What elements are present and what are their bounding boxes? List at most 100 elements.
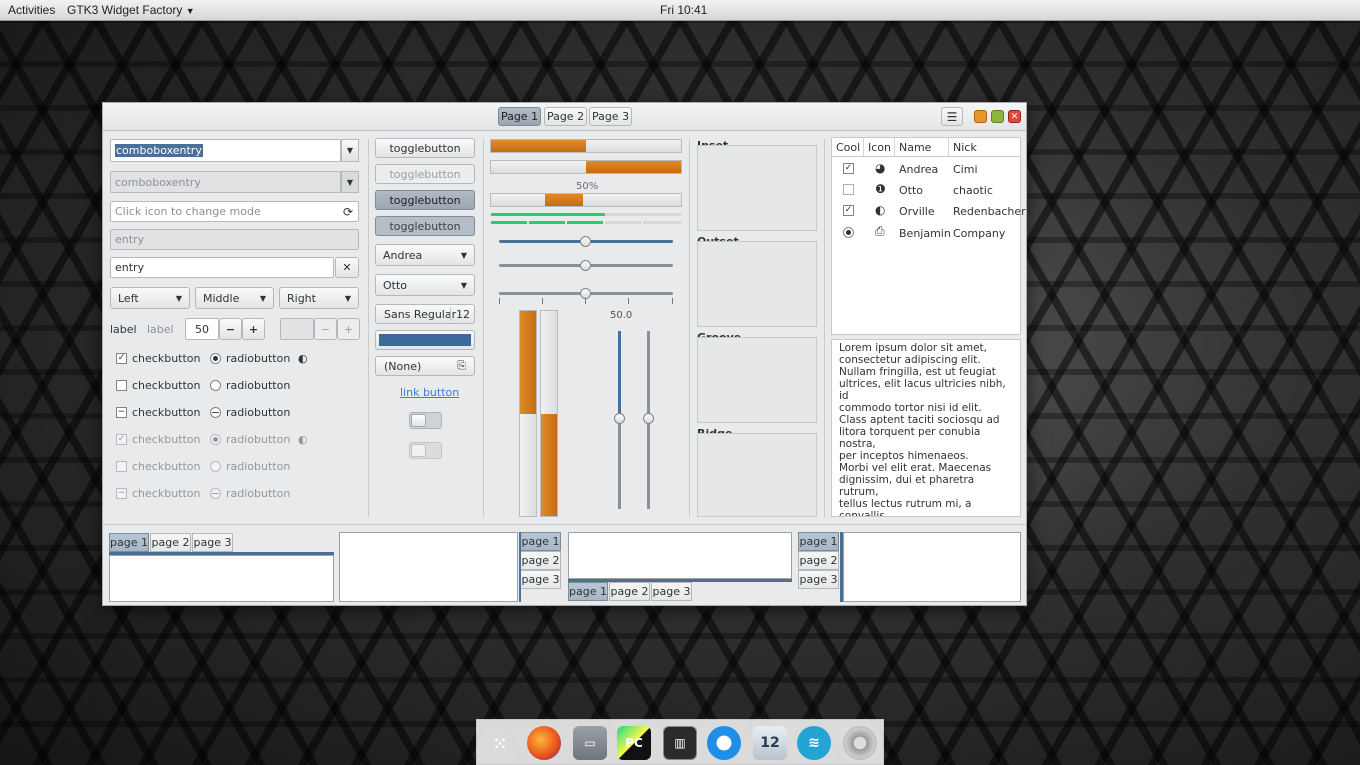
tab-page-3[interactable]: Page 3 — [589, 107, 632, 126]
tree-view[interactable]: Cool Icon Name Nick ✓ ◕ Andrea Cimi ❶ Ot… — [831, 137, 1026, 335]
files-icon[interactable]: ▭ — [573, 726, 607, 760]
vscale-1-handle[interactable] — [614, 413, 625, 424]
pycharm-icon[interactable]: PC — [617, 726, 651, 760]
checkbutton-checked[interactable]: ✓ checkbutton — [116, 352, 201, 365]
notebook4-tab-page-2[interactable]: page 2 — [609, 582, 650, 601]
text-view[interactable]: Lorem ipsum dolor sit amet, consectetur a… — [831, 339, 1021, 517]
radiobutton-unselected[interactable]: radiobutton — [210, 379, 290, 392]
column-header-name[interactable]: Name — [895, 138, 949, 156]
radio-icon: − — [210, 406, 221, 419]
frame-inset — [697, 145, 817, 231]
combo-otto[interactable]: Otto ▼ — [375, 274, 475, 296]
togglebutton-active-disabled: togglebutton — [375, 216, 475, 236]
checkbutton-label: checkbutton — [132, 487, 201, 500]
spinner-icon: ◐ — [298, 433, 308, 446]
level-bar-segment — [605, 221, 641, 224]
notebook5-tab-page-2[interactable]: page 2 — [798, 551, 839, 570]
chevron-down-icon[interactable]: ▼ — [341, 139, 359, 162]
notebook3-tab-page-1[interactable]: page 1 — [520, 532, 561, 551]
checkbutton-inconsistent[interactable]: − checkbutton — [116, 406, 201, 419]
top-bar: Activities GTK3 Widget Factory ▼ Fri 10:… — [0, 0, 1360, 21]
icon-entry[interactable]: Click icon to change mode ⟳ — [110, 201, 359, 222]
notebook1-tab-page-2[interactable]: page 2 — [150, 533, 191, 552]
app-grid-icon[interactable]: ⁙ — [483, 726, 517, 760]
combo-middle[interactable]: Middle ▼ — [195, 287, 274, 309]
app-menu[interactable]: GTK3 Widget Factory ▼ — [67, 3, 195, 17]
vertical-progress-fill — [541, 413, 557, 516]
switch-off[interactable] — [409, 412, 442, 429]
spin-plus-button[interactable]: + — [242, 318, 265, 340]
combobox-entry-1[interactable]: comboboxentry — [110, 139, 341, 162]
combo-middle-label: Middle — [203, 291, 240, 305]
row-nick: Redenbacher — [953, 205, 1026, 218]
notebook1-tab-page-1[interactable]: page 1 — [109, 533, 149, 552]
vscale-2-handle[interactable] — [643, 413, 654, 424]
cool-checkbox-unchecked[interactable] — [843, 184, 854, 195]
text-line: commodo tortor nisi id elit. — [839, 402, 982, 414]
separator — [103, 524, 1026, 525]
radio-icon: − — [210, 487, 221, 500]
spin-disabled — [280, 318, 314, 340]
cool-radio[interactable] — [843, 227, 854, 238]
spin-minus-button[interactable]: − — [219, 318, 242, 340]
notebook1-tab-page-3[interactable]: page 3 — [192, 533, 233, 552]
moon-icon: ◐ — [875, 203, 886, 217]
audio-icon[interactable]: ≋ — [797, 726, 831, 760]
combo-otto-label: Otto — [383, 278, 408, 292]
tab-page-1[interactable]: Page 1 — [498, 107, 541, 126]
togglebutton-active[interactable]: togglebutton — [375, 190, 475, 210]
combo-andrea[interactable]: Andrea ▼ — [375, 244, 475, 266]
scale-value: 50.0 — [610, 310, 633, 321]
chevron-down-icon: ▼ — [259, 293, 266, 303]
column-header-cool[interactable]: Cool — [832, 138, 864, 156]
combo-right[interactable]: Right ▼ — [279, 287, 359, 309]
column-header-icon[interactable]: Icon — [864, 138, 895, 156]
tab-page-2[interactable]: Page 2 — [544, 107, 587, 126]
entry[interactable]: entry — [110, 257, 334, 278]
text-line: dignissim, dui et pharetra rutrum, — [839, 474, 975, 498]
combo-left[interactable]: Left ▼ — [110, 287, 190, 309]
calendar-icon[interactable]: 12 — [753, 726, 787, 760]
scale-2-handle[interactable] — [580, 260, 591, 271]
maximize-icon[interactable] — [991, 110, 1004, 123]
refresh-icon[interactable]: ⟳ — [343, 205, 353, 219]
row-nick: chaotic — [953, 184, 993, 197]
checkbutton-unchecked[interactable]: checkbutton — [116, 379, 201, 392]
notebook3-active-bar — [519, 532, 521, 602]
terminal-icon[interactable]: ▥ — [663, 726, 697, 760]
close-icon[interactable]: ✕ — [1008, 110, 1021, 123]
firefox-icon[interactable] — [527, 726, 561, 760]
level-bar-1-empty — [605, 213, 681, 216]
activities-button[interactable]: Activities — [8, 3, 55, 17]
font-divider — [450, 307, 451, 321]
scale-1-handle[interactable] — [580, 236, 591, 247]
radiobutton-label: radiobutton — [226, 406, 291, 419]
column-header-nick[interactable]: Nick — [949, 138, 1021, 156]
notebook5-tab-page-1[interactable]: page 1 — [798, 532, 839, 551]
spinner-icon: ◐ — [298, 352, 308, 365]
radiobutton-inconsistent[interactable]: − radiobutton — [210, 406, 290, 419]
notebook4-tab-page-3[interactable]: page 3 — [651, 582, 692, 601]
chevron-down-icon: ▼ — [460, 280, 467, 290]
notebook5-tab-page-3[interactable]: page 3 — [798, 570, 839, 589]
spin-value[interactable]: 50 — [185, 318, 219, 340]
combo-left-label: Left — [118, 291, 139, 305]
clock[interactable]: Fri 10:41 — [660, 3, 707, 17]
notebook3-tab-page-3[interactable]: page 3 — [520, 570, 561, 589]
minimize-icon[interactable] — [974, 110, 987, 123]
togglebutton-1[interactable]: togglebutton — [375, 138, 475, 158]
row-name: Orville — [899, 205, 935, 218]
radiobutton-selected[interactable]: radiobutton — [210, 352, 290, 365]
notebook4-tab-page-1[interactable]: page 1 — [568, 582, 608, 601]
cool-checkbox-checked[interactable]: ✓ — [843, 205, 854, 216]
font-button[interactable]: Sans Regular 12 — [375, 304, 475, 324]
file-chooser-button[interactable]: (None) ⎘ — [375, 356, 475, 376]
color-button[interactable] — [375, 330, 475, 350]
settings-gear-icon[interactable] — [843, 726, 877, 760]
clear-icon[interactable]: ✕ — [335, 257, 359, 278]
link-button[interactable]: link button — [400, 386, 459, 399]
timeshift-icon[interactable] — [707, 726, 741, 760]
hamburger-icon[interactable]: ☰ — [941, 107, 963, 126]
cool-checkbox-checked[interactable]: ✓ — [843, 163, 854, 174]
notebook3-tab-page-2[interactable]: page 2 — [520, 551, 561, 570]
